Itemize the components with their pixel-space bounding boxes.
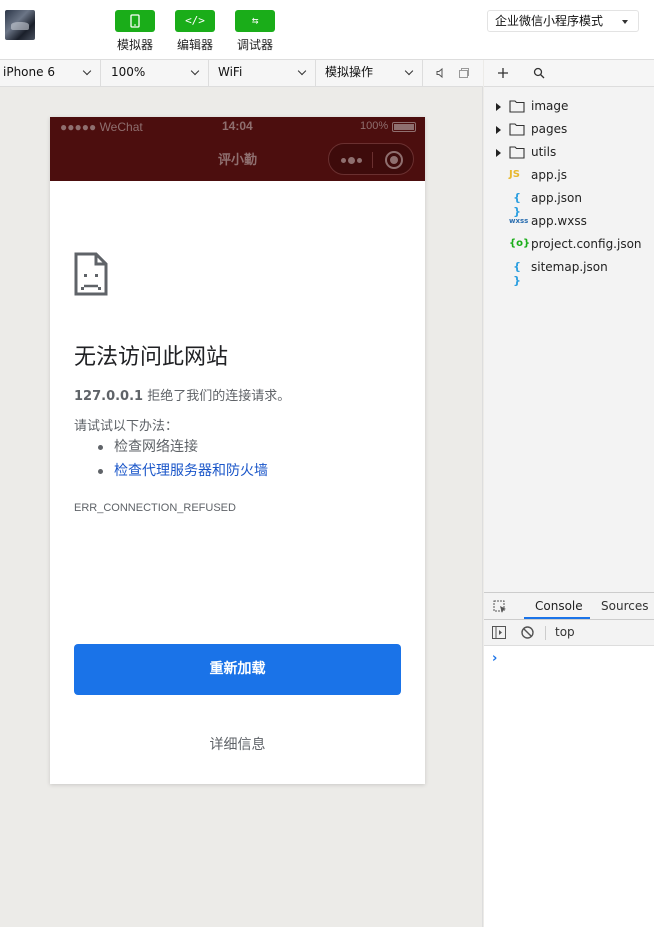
folder-icon [509, 146, 525, 159]
json-file-icon: { } [513, 260, 521, 287]
battery-icon [392, 122, 416, 132]
debugger-tool[interactable]: ⇆ 调试器 [233, 10, 277, 53]
clear-console-icon[interactable] [521, 626, 534, 639]
chevron-down-icon [297, 66, 307, 76]
zoom-select[interactable]: 100% [108, 60, 209, 86]
tab-console[interactable]: Console [535, 599, 583, 613]
phone-icon[interactable] [115, 10, 155, 32]
tree-label: image [531, 99, 569, 113]
user-avatar[interactable] [5, 10, 35, 40]
error-code: ERR_CONNECTION_REFUSED [74, 502, 236, 514]
tree-file-app-wxss[interactable]: wxss app.wxss [484, 210, 654, 233]
add-icon[interactable] [497, 67, 509, 79]
caret-down-icon [622, 20, 628, 24]
operation-select[interactable]: 模拟操作 [322, 60, 423, 86]
network-select-value: WiFi [218, 65, 243, 79]
tree-label: project.config.json [531, 237, 642, 251]
battery-text: 100% [360, 120, 389, 132]
menu-capsule[interactable] [328, 143, 414, 175]
tree-label: app.json [531, 191, 582, 205]
editor-tool[interactable]: </> 编辑器 [173, 10, 217, 53]
device-select[interactable]: iPhone 6 [0, 60, 101, 86]
error-desc-text: 拒绝了我们的连接请求。 [147, 389, 291, 404]
top-toolbar: 模拟器 </> 编辑器 ⇆ 调试器 企业微信小程序模式 [0, 0, 654, 60]
chevron-down-icon [82, 66, 92, 76]
tree-folder-image[interactable]: image [484, 95, 654, 118]
sad-page-icon [74, 252, 108, 296]
context-select[interactable]: top [555, 625, 575, 639]
console-panel: Console Sources top › [484, 592, 654, 927]
simulator-tool[interactable]: 模拟器 [113, 10, 157, 53]
swap-icon[interactable]: ⇆ [235, 10, 275, 32]
folder-icon [509, 123, 525, 136]
sidebar-toggle-icon[interactable] [492, 626, 506, 639]
tree-label: sitemap.json [531, 260, 608, 274]
error-title: 无法访问此网站 [74, 344, 229, 369]
expand-arrow-icon[interactable] [496, 149, 501, 157]
more-dots-icon[interactable] [341, 156, 363, 164]
simulator-label: 模拟器 [116, 38, 153, 52]
tree-label: pages [531, 122, 568, 136]
window-icon[interactable] [458, 67, 470, 79]
chevron-down-icon [190, 66, 200, 76]
details-button[interactable]: 详细信息 [50, 734, 425, 754]
console-toolbar: top [484, 620, 654, 646]
status-bar: ●●●●● WeChat 14:04 100% [50, 117, 425, 137]
tree-folder-pages[interactable]: pages [484, 118, 654, 141]
wxss-file-icon: wxss [509, 217, 529, 225]
signal-text: ●●●●● WeChat [60, 120, 143, 134]
tree-file-app-json[interactable]: { } app.json [484, 187, 654, 218]
devtools-tabs: Console Sources [484, 593, 654, 620]
right-pane: image pages utils JS app.js { } app.json… [484, 60, 654, 927]
nav-bar: 评小勤 [50, 137, 425, 181]
simulator-area: ●●●●● WeChat 14:04 100% 评小勤 无法访问此网站 127.… [0, 87, 483, 927]
active-tab-indicator [524, 617, 590, 619]
expand-arrow-icon[interactable] [496, 126, 501, 134]
device-select-value: iPhone 6 [3, 65, 55, 79]
suggestion-link[interactable]: 检查代理服务器和防火墙 [98, 461, 268, 485]
editor-label: 编辑器 [176, 38, 213, 52]
chevron-down-icon [404, 66, 414, 76]
tree-file-app-js[interactable]: JS app.js [484, 164, 654, 187]
operation-select-value: 模拟操作 [325, 65, 374, 79]
expand-arrow-icon[interactable] [496, 103, 501, 111]
inspect-icon[interactable] [493, 600, 507, 614]
phone-screen: ●●●●● WeChat 14:04 100% 评小勤 无法访问此网站 127.… [50, 117, 425, 784]
debugger-label: 调试器 [236, 38, 273, 52]
suggestion-item: 检查网络连接 [98, 437, 268, 461]
status-time: 14:04 [222, 119, 253, 133]
folder-icon [509, 100, 525, 113]
tree-file-project-config[interactable]: {o} project.config.json [484, 233, 654, 256]
try-text: 请试试以下办法： [74, 419, 179, 434]
reload-button[interactable]: 重新加载 [74, 644, 401, 695]
mode-select[interactable]: 企业微信小程序模式 [487, 10, 639, 32]
file-tree: image pages utils JS app.js { } app.json… [484, 95, 654, 287]
close-target-icon[interactable] [385, 151, 403, 169]
suggestion-list: 检查网络连接 检查代理服务器和防火墙 [98, 437, 268, 485]
network-select[interactable]: WiFi [215, 60, 316, 86]
zoom-select-value: 100% [111, 65, 146, 79]
code-icon[interactable]: </> [175, 10, 215, 32]
tree-folder-utils[interactable]: utils [484, 141, 654, 164]
toolbar-divider [545, 626, 546, 640]
speaker-icon[interactable] [434, 67, 446, 79]
js-file-icon: JS [509, 169, 520, 180]
error-description: 127.0.0.1 拒绝了我们的连接请求。 [74, 385, 290, 404]
error-host: 127.0.0.1 [74, 389, 144, 404]
json-file-icon: { } [513, 191, 521, 218]
mode-select-value: 企业微信小程序模式 [495, 14, 604, 28]
tree-file-sitemap-json[interactable]: { } sitemap.json [484, 256, 654, 287]
tab-sources[interactable]: Sources [601, 599, 648, 613]
tree-label: app.js [531, 168, 567, 182]
file-toolbar [484, 60, 654, 87]
device-bar: iPhone 6 100% WiFi 模拟操作 [0, 60, 483, 87]
console-prompt[interactable]: › [492, 651, 497, 666]
tree-label: utils [531, 145, 557, 159]
search-icon[interactable] [533, 67, 545, 79]
config-file-icon: {o} [509, 238, 531, 249]
capsule-divider [372, 152, 373, 168]
tree-label: app.wxss [531, 214, 587, 228]
